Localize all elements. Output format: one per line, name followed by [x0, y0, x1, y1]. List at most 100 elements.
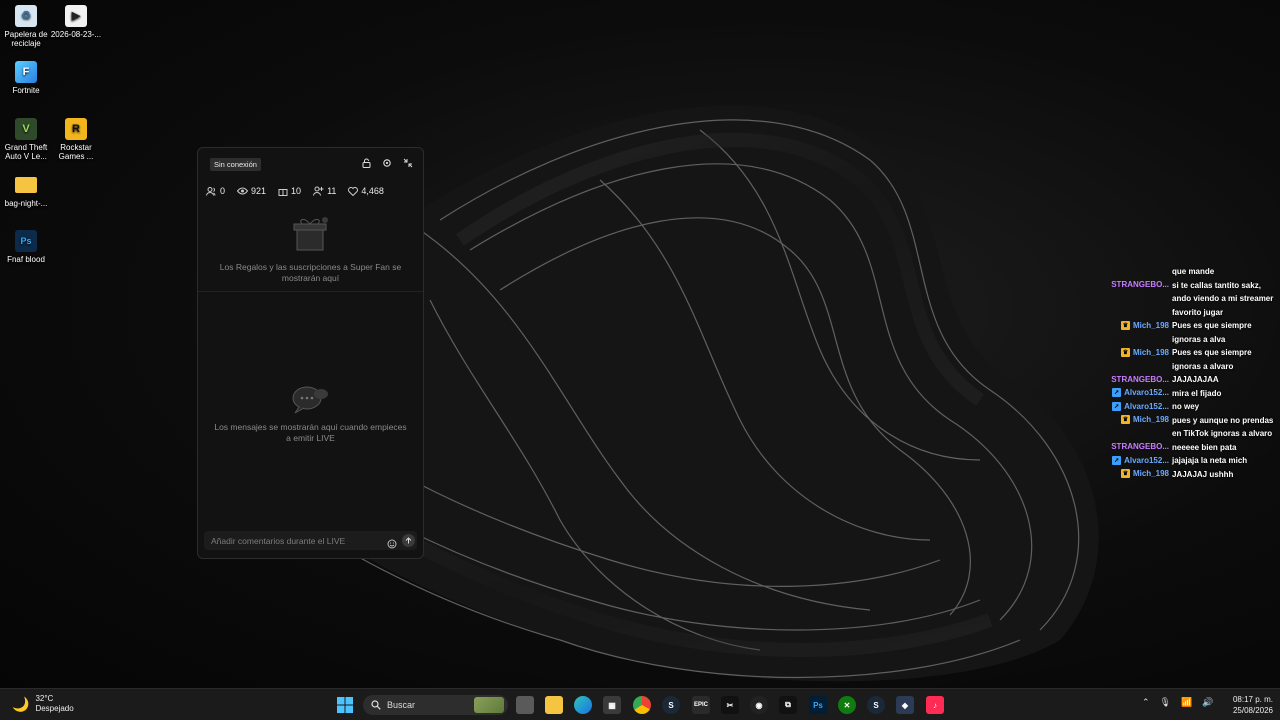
- eye-icon: [237, 187, 249, 195]
- desktop-icon-folder[interactable]: bag-night-...: [0, 174, 52, 208]
- chat-username[interactable]: ➚ Alvaro152...: [1112, 400, 1169, 412]
- chevron-up-icon[interactable]: ⌃: [1142, 697, 1150, 708]
- moderator-badge-icon: ♛: [1120, 469, 1130, 478]
- collapse-icon[interactable]: [403, 158, 413, 168]
- photoshop-icon[interactable]: Ps: [809, 696, 827, 714]
- desktop-icon-rockstar[interactable]: R Rockstar Games ...: [50, 118, 102, 161]
- lock-icon[interactable]: [361, 158, 371, 168]
- chat-username[interactable]: ➚ Alvaro152...: [1112, 387, 1169, 399]
- moon-icon: 🌙: [12, 695, 30, 712]
- settings-icon[interactable]: [382, 158, 392, 168]
- subscriber-badge-icon: ➚: [1112, 455, 1122, 465]
- desktop-wallpaper: [0, 0, 1280, 688]
- weather-temp: 32°C: [35, 694, 54, 703]
- windows-start-icon[interactable]: [336, 696, 354, 714]
- chat-username[interactable]: ♛ Mich_198: [1120, 414, 1169, 426]
- chat-username-text: STRANGEBO...: [1111, 374, 1169, 384]
- folder-icon: [15, 177, 37, 193]
- stat-followers: 11: [313, 184, 336, 198]
- weather-widget[interactable]: 🌙 32°C Despejado: [12, 694, 74, 714]
- edge-icon[interactable]: [574, 696, 592, 714]
- obs-icon[interactable]: ◉: [750, 696, 768, 714]
- chat-message: ♛ Mich_198 pues y aunque no prendas en Tik…: [1098, 414, 1280, 441]
- chat-message: STRANGEBO... neeeee bien pata: [1098, 441, 1280, 455]
- stat-viewers: 921: [237, 184, 266, 198]
- chat-message-text: pues y aunque no prendas en TikTok ignor…: [1172, 415, 1274, 439]
- steam-alt-icon[interactable]: S: [867, 696, 885, 714]
- chat-message: ♛ Mich_198 JAJAJAJ ushhh: [1098, 468, 1280, 482]
- live-studio-panel: Sin conexión 0 921 10 11 4,468 Los Regal…: [197, 147, 424, 559]
- send-button[interactable]: [402, 534, 415, 547]
- chat-username[interactable]: ♛ Mich_198: [1120, 346, 1169, 358]
- chat-message: STRANGEBO... si te callas tantito sakz, a…: [1098, 279, 1280, 320]
- desktop-icon-label: bag-night-...: [4, 199, 48, 208]
- steam-icon[interactable]: S: [662, 696, 680, 714]
- chat-username-text: STRANGEBO...: [1111, 280, 1169, 289]
- chat-message-text: JAJAJAJ ushhh: [1172, 469, 1234, 479]
- status-badge: Sin conexión: [210, 158, 261, 171]
- volume-icon[interactable]: 🔊: [1202, 697, 1213, 708]
- chat-username[interactable]: ➚ Alvaro152...: [1112, 454, 1169, 466]
- taskbar: 🌙 32°C Despejado Buscar ▦ S EPIC ✂ ◉ ⧉ P…: [0, 688, 1280, 720]
- chat-username-text: Mich_198: [1132, 320, 1169, 330]
- chat-username-text: Mich_198: [1132, 415, 1169, 424]
- moderator-badge-icon: ♛: [1120, 415, 1130, 424]
- messages-empty-text: Los mensajes se mostrarán aquí cuando em…: [214, 422, 407, 443]
- capcut-icon[interactable]: ✂: [721, 696, 739, 714]
- desktop-icon-label: Grand Theft Auto V Le...: [4, 143, 48, 161]
- chat-message: ♛ Mich_198 Pues es que siempre ignoras a a…: [1098, 319, 1280, 346]
- stat-viewers-value: 921: [251, 186, 267, 196]
- chat-message-text: no wey: [1172, 402, 1200, 411]
- panel-header: Sin conexión: [198, 148, 423, 178]
- chat-username[interactable]: STRANGEBO...: [1111, 279, 1169, 291]
- chat-username[interactable]: STRANGEBO...: [1111, 373, 1169, 385]
- chat-username[interactable]: ♛ Mich_198: [1120, 319, 1169, 331]
- subscriber-badge-icon: ➚: [1112, 388, 1122, 397]
- search-box[interactable]: Buscar: [363, 695, 508, 715]
- chrome-icon[interactable]: [633, 696, 651, 714]
- chat-username-text: Alvaro152...: [1124, 455, 1169, 465]
- recycle-bin-icon: ♻: [15, 5, 37, 27]
- xbox-icon[interactable]: ✕: [838, 696, 856, 714]
- chat-bubble-icon: [292, 386, 328, 414]
- comment-input[interactable]: [211, 534, 371, 547]
- desktop-icon-label: Rockstar Games ...: [58, 143, 94, 161]
- emoji-icon[interactable]: [387, 536, 397, 549]
- wifi-icon[interactable]: 📶: [1181, 697, 1192, 708]
- desktop-icon-photoshop-file[interactable]: Ps Fnaf blood: [0, 230, 52, 264]
- stat-followers-value: 11: [327, 186, 337, 196]
- chat-username[interactable]: STRANGEBO...: [1111, 441, 1169, 453]
- chat-username-text: STRANGEBO...: [1111, 442, 1169, 451]
- chat-username-text: Alvaro152...: [1124, 388, 1169, 397]
- chat-message: ♛ Mich_198 Pues es que siempre ignoras a a…: [1098, 346, 1280, 373]
- microsoft-store-icon[interactable]: ▦: [603, 696, 621, 714]
- capcut-alt-icon[interactable]: ⧉: [779, 696, 797, 714]
- stat-likes-value: 4,468: [361, 186, 384, 196]
- search-icon: [371, 700, 381, 710]
- streamlabs-icon[interactable]: ◆: [896, 696, 914, 714]
- desktop-icon-label: 2026-08-23-...: [50, 30, 102, 39]
- wallpaper-ribbons: [214, 105, 1099, 682]
- photoshop-file-icon: Ps: [15, 230, 37, 252]
- clock[interactable]: 08:17 p. m. 25/08/2026: [1218, 694, 1273, 716]
- microphone-icon[interactable]: 🎙: [1160, 697, 1171, 708]
- desktop-icon-label: Fnaf blood: [7, 255, 45, 264]
- clock-time: 08:17 p. m.: [1232, 695, 1273, 704]
- gta-v-icon: V: [15, 118, 37, 140]
- epic-games-icon[interactable]: EPIC: [692, 696, 710, 714]
- desktop-icon-fortnite[interactable]: F Fortnite: [0, 61, 52, 95]
- desktop-icon-gta-v[interactable]: V Grand Theft Auto V Le...: [0, 118, 52, 161]
- file-explorer-icon[interactable]: [545, 696, 563, 714]
- gifts-empty-text: Los Regalos y las suscripciones a Super …: [219, 262, 402, 283]
- moderator-badge-icon: ♛: [1120, 347, 1130, 357]
- chat-username[interactable]: ♛ Mich_198: [1120, 468, 1169, 480]
- rockstar-icon: R: [65, 118, 87, 140]
- task-view-icon[interactable]: [516, 696, 534, 714]
- users-icon: [206, 186, 216, 196]
- desktop-icon-recycle-bin[interactable]: ♻ Papelera de reciclaje: [0, 5, 52, 48]
- desktop-icon-video-file[interactable]: ▶ 2026-08-23-...: [50, 5, 102, 39]
- weather-desc: Despejado: [35, 704, 74, 713]
- chat-message: STRANGEBO... JAJAJAJAA: [1098, 373, 1280, 387]
- tiktok-live-icon[interactable]: ♪: [926, 696, 944, 714]
- desktop-icon-label: Papelera de reciclaje: [4, 30, 48, 48]
